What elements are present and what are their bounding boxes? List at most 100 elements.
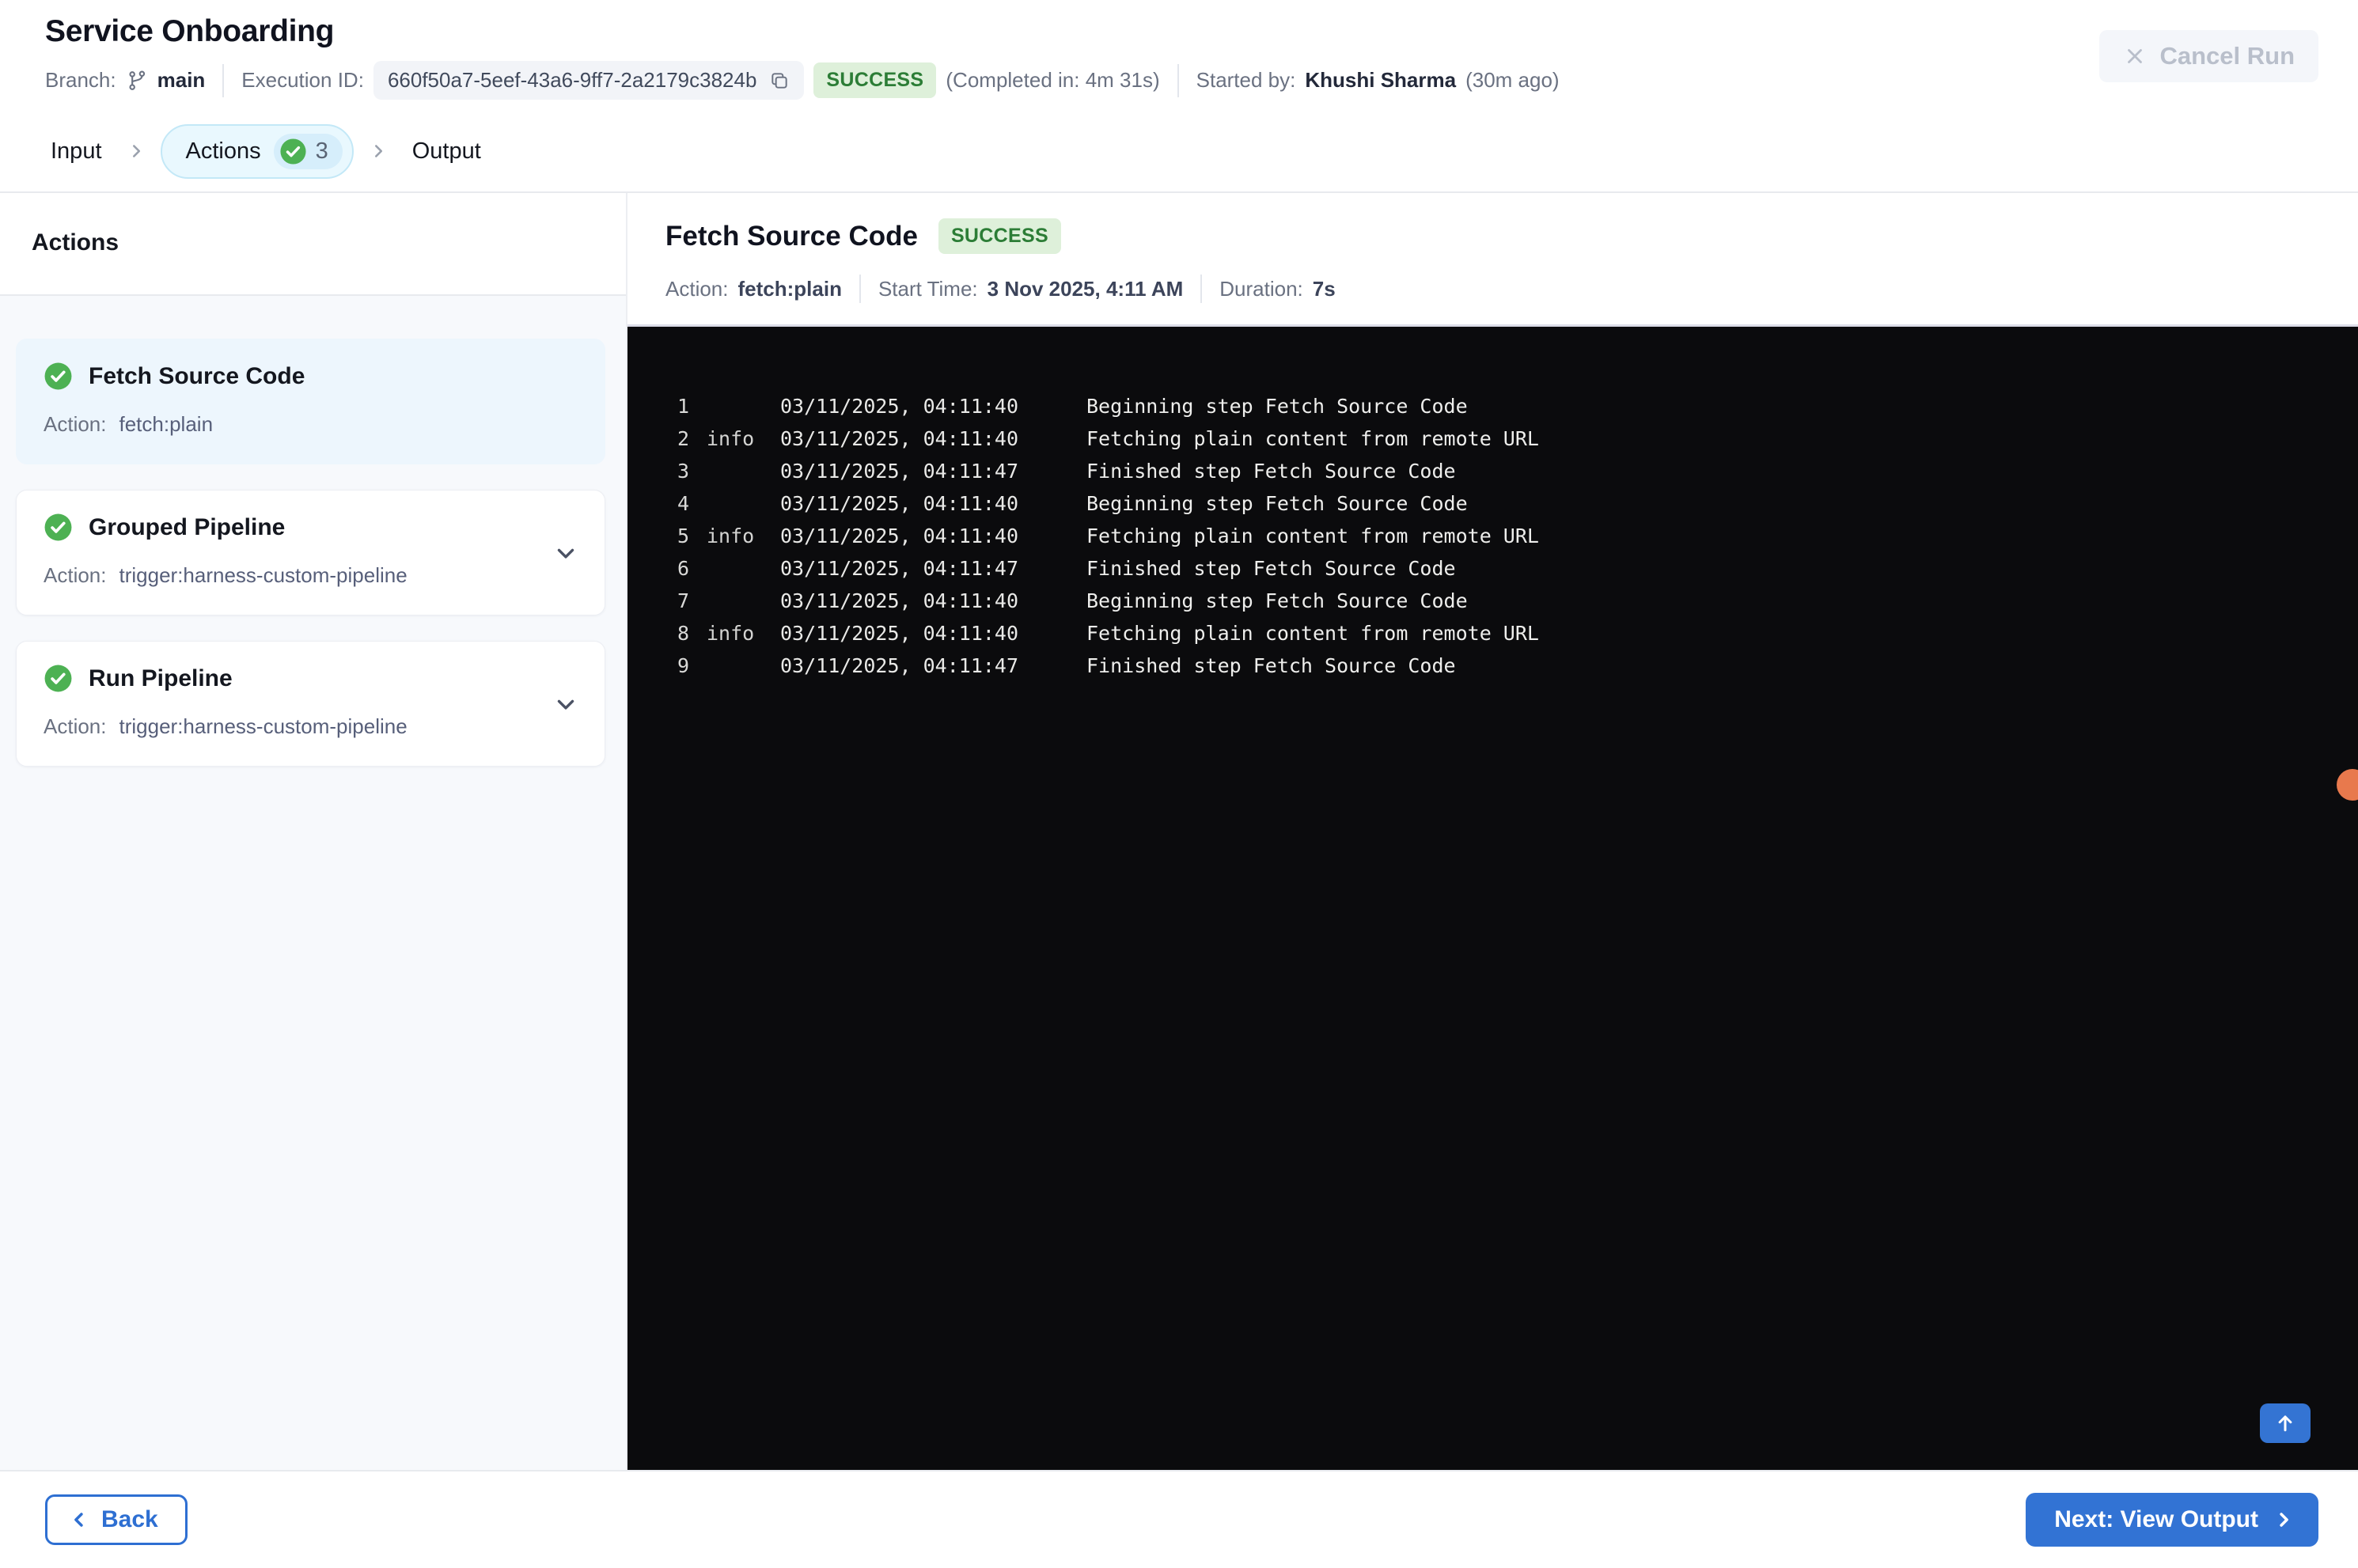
log-timestamp: 03/11/2025, 04:11:47: [780, 557, 1019, 580]
detail-title: Fetch Source Code: [665, 220, 918, 252]
log-message: Beginning step Fetch Source Code: [1086, 395, 1468, 418]
execution-id-value: 660f50a7-5eef-43a6-9ff7-2a2179c3824b: [387, 68, 757, 92]
footer-bar: Back Next: View Output: [0, 1470, 2358, 1568]
detail-status-badge: SUCCESS: [938, 218, 1061, 254]
success-check-icon: [44, 362, 73, 391]
branch-value: main: [157, 68, 206, 92]
log-message: Fetching plain content from remote URL: [1086, 525, 1539, 547]
started-ago-text: (30m ago): [1465, 68, 1560, 92]
action-card-title: Grouped Pipeline: [89, 513, 286, 540]
action-card-meta: Action: trigger:harness-custom-pipeline: [44, 714, 578, 739]
log-timestamp: 03/11/2025, 04:11:40: [780, 395, 1019, 418]
log-line-number: 2: [677, 427, 690, 450]
next-button-label: Next: View Output: [2054, 1506, 2258, 1532]
copy-icon[interactable]: [769, 70, 790, 91]
log-message: Finished step Fetch Source Code: [1086, 654, 1456, 677]
back-button[interactable]: Back: [45, 1494, 188, 1545]
started-by-name: Khushi Sharma: [1305, 68, 1457, 92]
detail-duration-label: Duration:: [1219, 276, 1303, 301]
log-timestamp: 03/11/2025, 04:11:40: [780, 492, 1019, 515]
log-console[interactable]: 1 03/11/2025, 04:11:40 Beginning step Fetc…: [627, 324, 2358, 1470]
detail-header: Fetch Source Code SUCCESS Action: fetch:…: [627, 193, 2358, 324]
action-value: fetch:plain: [119, 412, 214, 436]
meta-divider: [859, 275, 861, 303]
action-card-title: Fetch Source Code: [89, 362, 305, 389]
action-value: trigger:harness-custom-pipeline: [119, 563, 408, 587]
log-line: 9 03/11/2025, 04:11:47 Finished step Fetch…: [627, 650, 2358, 682]
actions-count-value: 3: [315, 138, 328, 164]
tab-input[interactable]: Input: [28, 138, 124, 165]
execution-meta-row: Branch: main Execution ID: 660f50a7-5eef…: [45, 61, 1560, 100]
action-label: Action:: [44, 412, 107, 436]
actions-sidebar: Actions Fetch Source Code Action: fetch:…: [0, 193, 627, 1470]
check-circle-icon: [279, 138, 307, 165]
log-timestamp: 03/11/2025, 04:11:40: [780, 427, 1019, 450]
log-level: info: [707, 427, 755, 450]
log-message: Finished step Fetch Source Code: [1086, 557, 1456, 580]
detail-start-time-label: Start Time:: [878, 276, 978, 301]
log-level: info: [707, 622, 755, 645]
log-message: Beginning step Fetch Source Code: [1086, 492, 1468, 515]
chevron-left-icon: [68, 1509, 90, 1531]
action-card-header: Grouped Pipeline: [44, 513, 578, 542]
log-timestamp: 03/11/2025, 04:11:47: [780, 460, 1019, 483]
completed-in-text: (Completed in: 4m 31s): [946, 68, 1160, 92]
log-message: Fetching plain content from remote URL: [1086, 622, 1539, 645]
arrow-up-icon: [2273, 1411, 2297, 1435]
log-timestamp: 03/11/2025, 04:11:47: [780, 654, 1019, 677]
log-timestamp: 03/11/2025, 04:11:40: [780, 622, 1019, 645]
started-by-label: Started by:: [1196, 68, 1296, 92]
content-area: Actions Fetch Source Code Action: fetch:…: [0, 193, 2358, 1470]
chevron-right-icon: [368, 141, 389, 161]
chevron-down-icon[interactable]: [552, 691, 579, 718]
step-tabbar: Input Actions 3 Output: [0, 111, 2358, 193]
detail-duration-value: 7s: [1312, 276, 1336, 301]
action-card-fetch-source-code[interactable]: Fetch Source Code Action: fetch:plain: [16, 339, 605, 464]
log-level: info: [707, 525, 755, 547]
git-branch-icon: [126, 70, 148, 92]
log-timestamp: 03/11/2025, 04:11:40: [780, 589, 1019, 612]
action-card-meta: Action: trigger:harness-custom-pipeline: [44, 563, 578, 588]
action-card-meta: Action: fetch:plain: [44, 412, 578, 437]
tab-output[interactable]: Output: [390, 138, 503, 165]
detail-start-time-value: 3 Nov 2025, 4:11 AM: [987, 276, 1184, 301]
tab-actions[interactable]: Actions 3: [160, 123, 354, 179]
log-line: 1 03/11/2025, 04:11:40 Beginning step Fetc…: [627, 390, 2358, 422]
detail-action-label: Action:: [665, 276, 729, 301]
log-line-number: 1: [677, 395, 690, 418]
success-check-icon: [44, 664, 73, 693]
scroll-to-top-button[interactable]: [2260, 1403, 2311, 1443]
actions-list: Fetch Source Code Action: fetch:plain Gr…: [0, 296, 626, 1470]
log-line-number: 4: [677, 492, 690, 515]
cancel-run-label: Cancel Run: [2159, 42, 2295, 70]
log-line-number: 9: [677, 654, 690, 677]
log-line: 3 03/11/2025, 04:11:47 Finished step Fetch…: [627, 455, 2358, 487]
execution-id-pill: 660f50a7-5eef-43a6-9ff7-2a2179c3824b: [373, 61, 805, 100]
chevron-down-icon[interactable]: [552, 540, 579, 566]
log-line: 5 info 03/11/2025, 04:11:40 Fetching plain …: [627, 520, 2358, 552]
action-card-header: Run Pipeline: [44, 664, 578, 693]
log-line-number: 7: [677, 589, 690, 612]
action-card-run-pipeline[interactable]: Run Pipeline Action: trigger:harness-cus…: [16, 641, 605, 767]
chevron-right-icon: [126, 141, 146, 161]
action-label: Action:: [44, 714, 107, 738]
log-line-number: 3: [677, 460, 690, 483]
log-line-number: 5: [677, 525, 690, 547]
log-line-number: 6: [677, 557, 690, 580]
log-line: 2 info 03/11/2025, 04:11:40 Fetching plain …: [627, 422, 2358, 455]
action-value: trigger:harness-custom-pipeline: [119, 714, 408, 738]
chevron-right-icon: [2273, 1509, 2295, 1531]
detail-meta-row: Action: fetch:plain Start Time: 3 Nov 20…: [665, 275, 2358, 303]
action-card-grouped-pipeline[interactable]: Grouped Pipeline Action: trigger:harness…: [16, 490, 605, 615]
log-message: Fetching plain content from remote URL: [1086, 427, 1539, 450]
next-view-output-button[interactable]: Next: View Output: [2026, 1493, 2318, 1547]
notification-dot: [2337, 769, 2358, 801]
action-card-header: Fetch Source Code: [44, 362, 578, 391]
action-card-title: Run Pipeline: [89, 665, 233, 691]
back-button-label: Back: [101, 1506, 158, 1532]
app-root: Service Onboarding Branch: main Executio…: [0, 0, 2358, 1568]
page-header: Service Onboarding Branch: main Executio…: [0, 0, 2358, 111]
action-label: Action:: [44, 563, 107, 587]
action-detail-panel: Fetch Source Code SUCCESS Action: fetch:…: [627, 193, 2358, 1470]
cancel-run-button[interactable]: Cancel Run: [2099, 30, 2318, 82]
